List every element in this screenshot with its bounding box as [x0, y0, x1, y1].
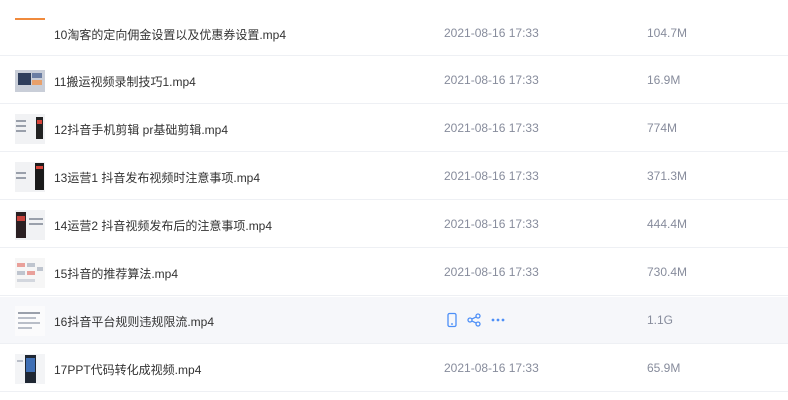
file-size: 104.7M — [647, 26, 688, 40]
file-name[interactable]: 12抖音手机剪辑 pr基础剪辑.mp4 — [54, 121, 228, 138]
file-date: 2021-08-16 17:33 — [444, 265, 539, 279]
file-name[interactable]: 10淘客的定向佣金设置以及优惠券设置.mp4 — [54, 26, 286, 43]
phone-icon[interactable] — [444, 312, 460, 328]
video-thumbnail — [15, 354, 45, 384]
file-name[interactable]: 11搬运视频录制技巧1.mp4 — [54, 73, 196, 90]
file-date: 2021-08-16 17:33 — [444, 26, 539, 40]
file-name[interactable]: 16抖音平台规则违规限流.mp4 — [54, 313, 214, 330]
video-thumbnail — [15, 114, 45, 144]
file-size: 16.9M — [647, 73, 681, 87]
file-row[interactable]: 16抖音平台规则违规限流.mp4 1.1G — [0, 297, 788, 344]
file-size: 65.9M — [647, 361, 681, 375]
file-size: 1.1G — [647, 313, 674, 327]
file-size: 371.3M — [647, 169, 688, 183]
video-thumbnail — [15, 306, 45, 336]
video-thumbnail — [15, 258, 45, 288]
file-name[interactable]: 13运营1 抖音发布视频时注意事项.mp4 — [54, 169, 260, 186]
file-date: 2021-08-16 17:33 — [444, 169, 539, 183]
share-icon[interactable] — [466, 312, 482, 328]
file-size: 444.4M — [647, 217, 688, 231]
file-list: 10淘客的定向佣金设置以及优惠券设置.mp4 2021-08-16 17:33 … — [0, 0, 788, 400]
file-size: 774M — [647, 121, 678, 135]
file-row[interactable]: 10淘客的定向佣金设置以及优惠券设置.mp4 2021-08-16 17:33 … — [0, 9, 788, 56]
file-row[interactable]: 14运营2 抖音视频发布后的注意事项.mp4 2021-08-16 17:33 … — [0, 201, 788, 248]
file-row[interactable]: 17PPT代码转化成视频.mp4 2021-08-16 17:33 65.9M — [0, 345, 788, 392]
video-thumbnail — [15, 210, 45, 240]
file-row[interactable]: 13运营1 抖音发布视频时注意事项.mp4 2021-08-16 17:33 3… — [0, 153, 788, 200]
more-icon[interactable] — [490, 312, 506, 328]
file-size: 730.4M — [647, 265, 688, 279]
file-date: 2021-08-16 17:33 — [444, 73, 539, 87]
video-thumbnail — [15, 162, 45, 192]
file-row[interactable]: 12抖音手机剪辑 pr基础剪辑.mp4 2021-08-16 17:33 774… — [0, 105, 788, 152]
file-name[interactable]: 15抖音的推荐算法.mp4 — [54, 265, 178, 282]
file-name[interactable]: 14运营2 抖音视频发布后的注意事项.mp4 — [54, 217, 272, 234]
file-row[interactable]: 11搬运视频录制技巧1.mp4 2021-08-16 17:33 16.9M — [0, 57, 788, 104]
file-date: 2021-08-16 17:33 — [444, 217, 539, 231]
video-thumbnail — [15, 15, 45, 45]
file-date: 2021-08-16 17:33 — [444, 361, 539, 375]
file-name[interactable]: 17PPT代码转化成视频.mp4 — [54, 361, 201, 378]
video-thumbnail — [15, 66, 45, 96]
file-date: 2021-08-16 17:33 — [444, 121, 539, 135]
file-row[interactable]: 15抖音的推荐算法.mp4 2021-08-16 17:33 730.4M — [0, 249, 788, 296]
